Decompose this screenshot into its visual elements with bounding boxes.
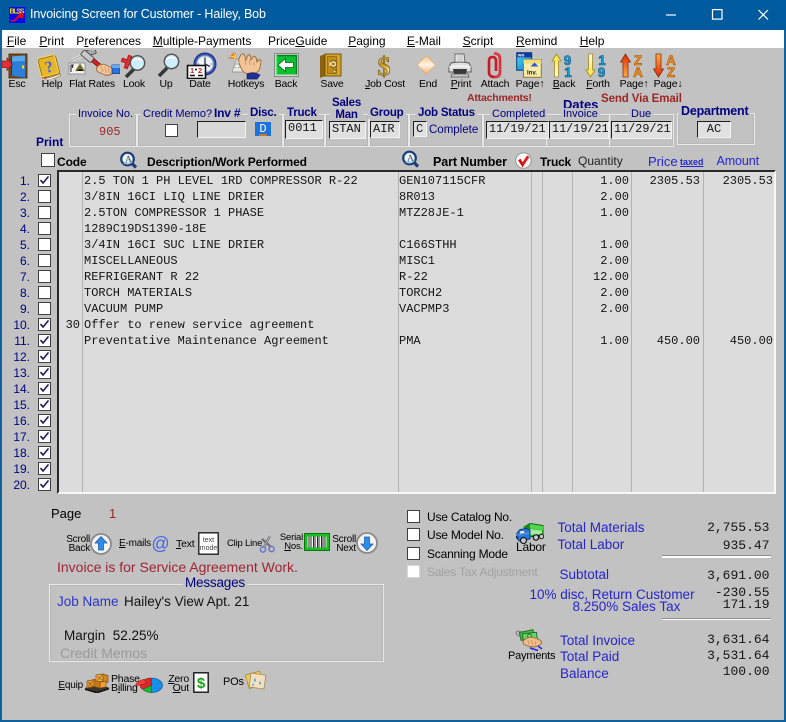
svg-text:wo: wo <box>517 54 525 59</box>
svg-text:A: A <box>633 65 643 78</box>
svg-text:1: 1 <box>190 66 194 75</box>
svg-text:Z: Z <box>667 65 675 78</box>
svg-text:2: 2 <box>198 66 202 75</box>
svg-text:$: $ <box>197 675 206 692</box>
svg-text:@: @ <box>151 534 169 554</box>
svg-text:1: 1 <box>564 65 572 78</box>
svg-text:mode: mode <box>200 545 218 552</box>
svg-text:text: text <box>203 537 214 544</box>
svg-text:Inv.: Inv. <box>527 71 537 77</box>
svg-text:9: 9 <box>598 65 606 78</box>
svg-text:$: $ <box>377 52 390 79</box>
